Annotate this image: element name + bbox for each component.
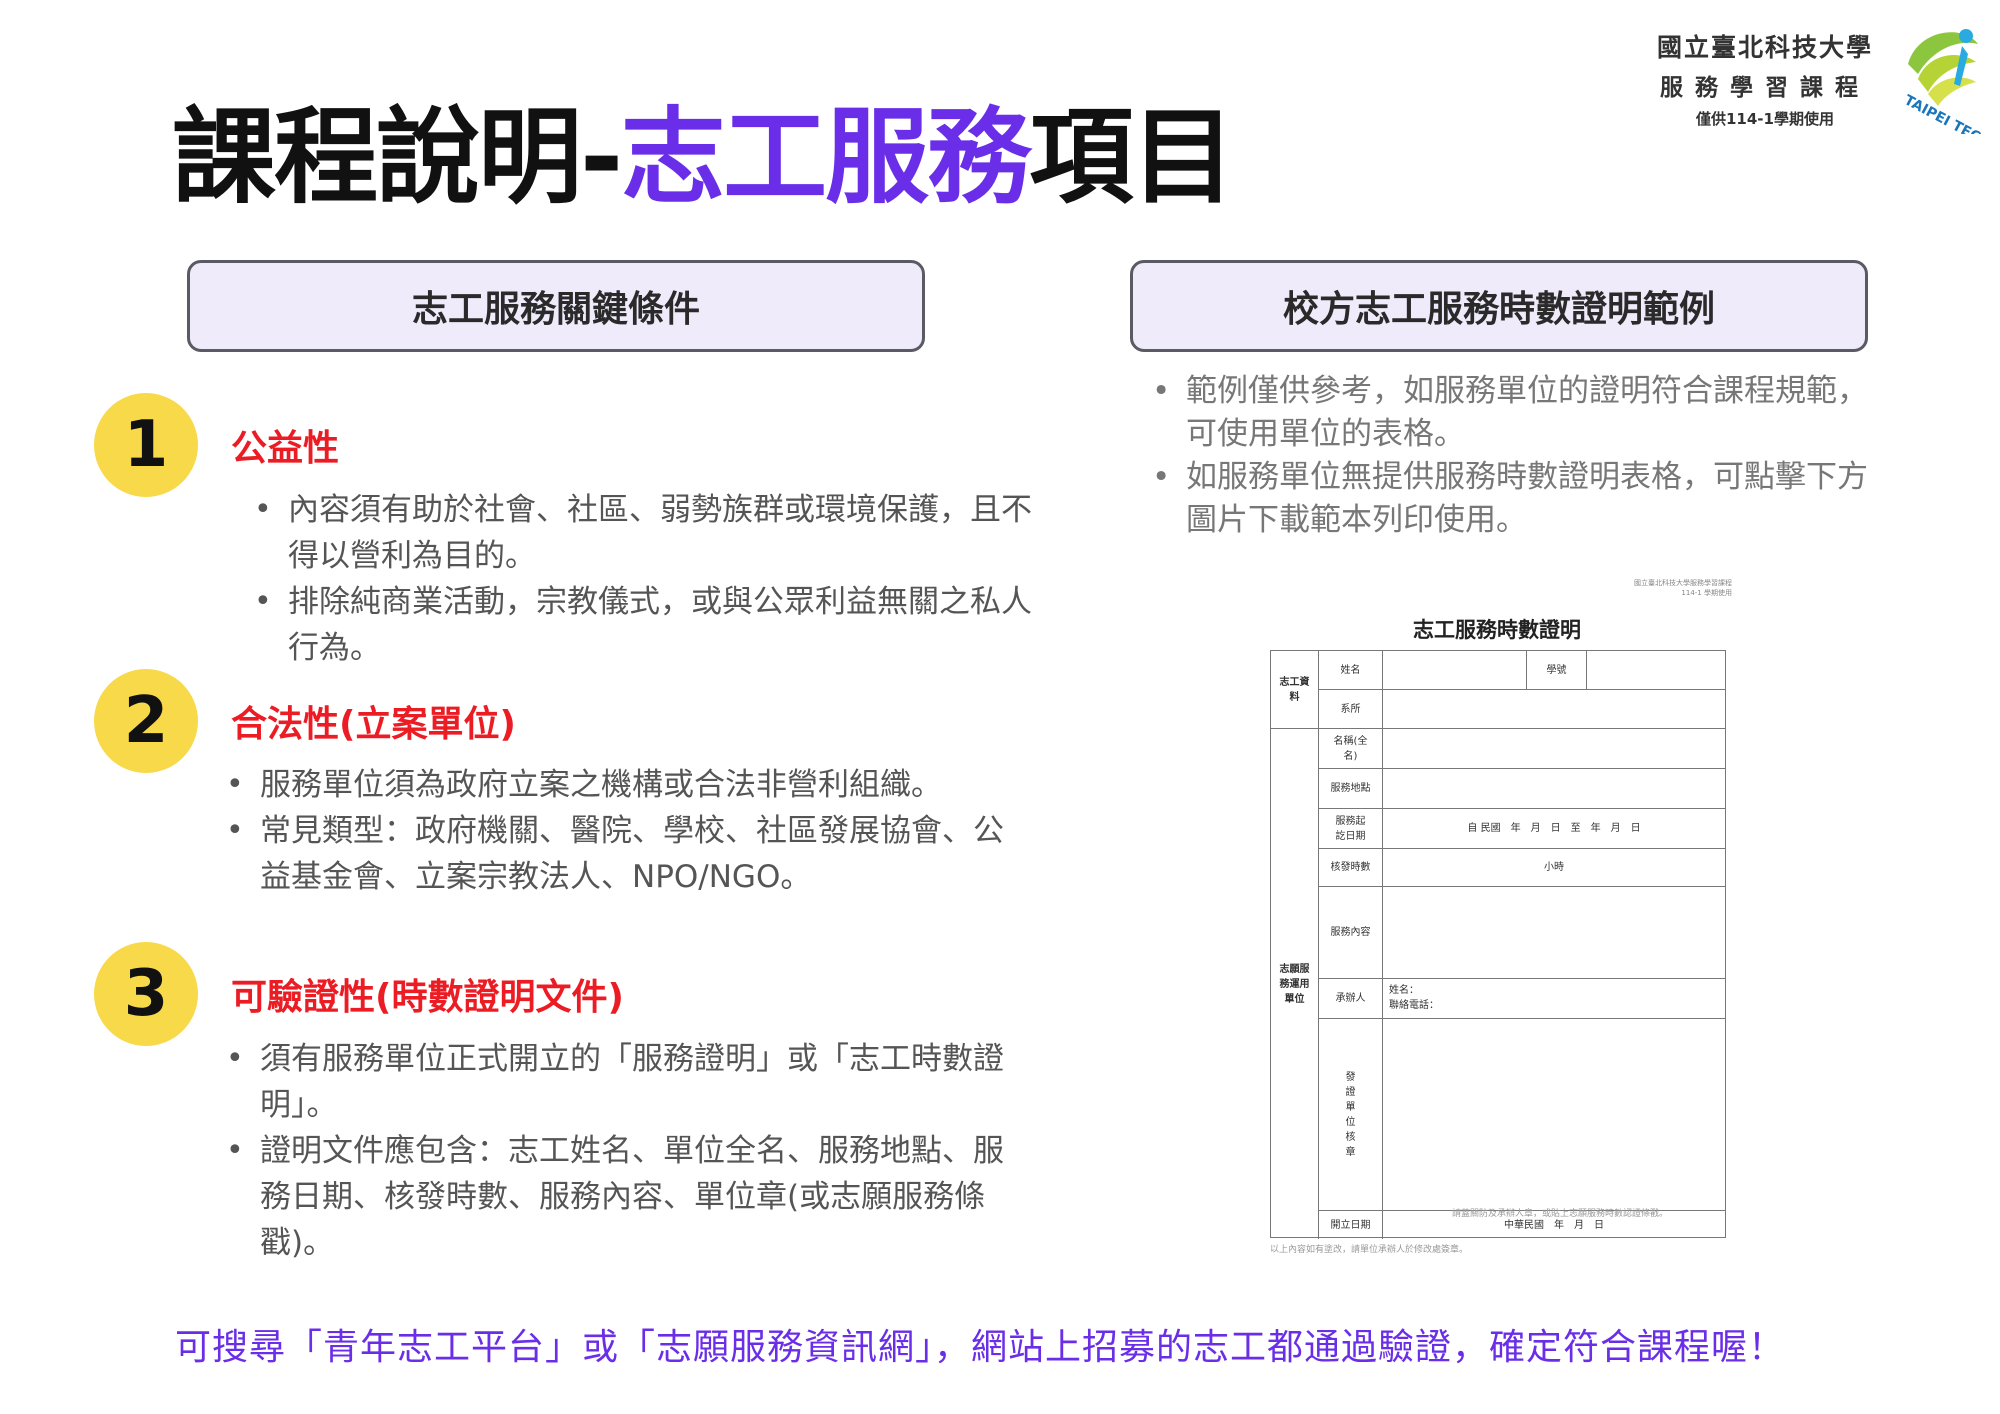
list-item: 排除純商業活動，宗教儀式，或與公眾利益無關之私人行為。 (252, 579, 1032, 671)
list-item: 常見類型：政府機關、醫院、學校、社區發展協會、公益基金會、立案宗教法人、NPO/… (224, 808, 1004, 900)
list-item: 範例僅供參考，如服務單位的證明符合課程規範，可使用單位的表格。 (1150, 370, 1870, 456)
certificate-template-image[interactable]: 國立臺北科技大學服務學習課程 114-1 學期使用 志工服務時數證明 志工資料 … (1262, 578, 1732, 1266)
university-logo: 國立臺北科技大學 服務學習課程 僅供114-1學期使用 TAIPEI TECH (1640, 24, 1990, 134)
item-2-bullets: 服務單位須為政府立案之機構或合法非營利組織。 常見類型：政府機關、醫院、學校、社… (224, 762, 1004, 900)
unit-name-value (1383, 729, 1725, 769)
item-title-verifiability: 可驗證性(時數證明文件) (231, 977, 624, 1018)
list-item: 須有服務單位正式開立的「服務證明」或「志工時數證明」。 (224, 1036, 1014, 1128)
dept-value (1383, 690, 1725, 729)
search-tip: 可搜尋「青年志工平台」或「志願服務資訊網」，網站上招募的志工都通過驗證，確定符合… (175, 1327, 1786, 1368)
student-id-label: 學號 (1527, 651, 1587, 690)
name-value (1383, 651, 1527, 690)
title-highlight: 志工服務 (621, 96, 1031, 218)
issue-date-label: 開立日期 (1319, 1211, 1383, 1239)
list-item: 如服務單位無提供服務時數證明表格，可點擊下方圖片下載範本列印使用。 (1150, 456, 1870, 542)
contact-label: 承辦人 (1319, 979, 1383, 1019)
content-value (1383, 887, 1725, 979)
certificate-table: 志工資料 志願服務運用單位 姓名 系所 名稱(全名) 服務地點 服務起訖日期 核… (1270, 650, 1726, 1239)
location-value (1383, 769, 1725, 809)
item-1-bullets: 內容須有助於社會、社區、弱勢族群或環境保護，且不得以營利為目的。 排除純商業活動… (252, 487, 1032, 671)
student-id-value (1587, 651, 1725, 690)
certificate-title: 志工服務時數證明 (1413, 618, 1581, 642)
logo-usage-note: 僅供114-1學期使用 (1696, 110, 1834, 128)
certificate-footer: 以上內容如有塗改，請單位承辦人於修改處簽章。 (1270, 1245, 1469, 1255)
dept-label: 系所 (1319, 690, 1383, 729)
certificate-corner-note: 國立臺北科技大學服務學習課程 114-1 學期使用 (1634, 579, 1732, 597)
hours-label: 核發時數 (1319, 849, 1383, 887)
section-volunteer-label: 志工資料 (1271, 651, 1319, 729)
title-prefix: 課程說明- (172, 96, 623, 218)
item-title-public-benefit: 公益性 (231, 428, 340, 469)
list-item: 證明文件應包含：志工姓名、單位全名、服務地點、服務日期、核發時數、服務內容、單位… (224, 1128, 1014, 1266)
contact-value: 姓名： 聯絡電話： (1383, 979, 1725, 1019)
unit-name-label: 名稱(全名) (1319, 729, 1383, 769)
item-number-3: 3 (94, 942, 198, 1046)
dates-label: 服務起訖日期 (1319, 809, 1383, 849)
seal-label: 發證單位核章 (1319, 1019, 1383, 1211)
location-label: 服務地點 (1319, 769, 1383, 809)
section-unit-label: 志願服務運用單位 (1271, 729, 1319, 1239)
item-3-bullets: 須有服務單位正式開立的「服務證明」或「志工時數證明」。 證明文件應包含：志工姓名… (224, 1036, 1014, 1266)
list-item: 內容須有助於社會、社區、弱勢族群或環境保護，且不得以營利為目的。 (252, 487, 1032, 579)
taipei-tech-emblem-icon: TAIPEI TECH (1901, 29, 1988, 134)
list-item: 服務單位須為政府立案之機構或合法非營利組織。 (224, 762, 1004, 808)
key-conditions-header: 志工服務關鍵條件 (187, 260, 925, 352)
page-title: 課程說明-志工服務項目 (172, 100, 1235, 214)
certificate-example-header: 校方志工服務時數證明範例 (1130, 260, 1868, 352)
seal-note: 請蓋關防及承辦人章，或貼上志願服務時數認證條戳。 (1452, 1209, 1669, 1219)
item-title-legality: 合法性(立案單位) (231, 704, 516, 745)
seal-value (1383, 1019, 1725, 1211)
content-label: 服務內容 (1319, 887, 1383, 979)
title-suffix: 項目 (1029, 96, 1235, 218)
item-number-2: 2 (94, 669, 198, 773)
svg-text:TAIPEI TECH: TAIPEI TECH (1901, 92, 1988, 134)
logo-text: 國立臺北科技大學 服務學習課程 僅供114-1學期使用 (1640, 28, 1890, 129)
item-number-1: 1 (94, 393, 198, 497)
dates-value: 自 民國 年 月 日 至 年 月 日 (1383, 809, 1725, 849)
certificate-notes: 範例僅供參考，如服務單位的證明符合課程規範，可使用單位的表格。 如服務單位無提供… (1150, 370, 1870, 542)
logo-university-name: 國立臺北科技大學 (1656, 33, 1873, 62)
hours-value: 小時 (1383, 849, 1725, 887)
name-label: 姓名 (1319, 651, 1383, 690)
logo-course-name: 服務學習課程 (1660, 75, 1870, 101)
